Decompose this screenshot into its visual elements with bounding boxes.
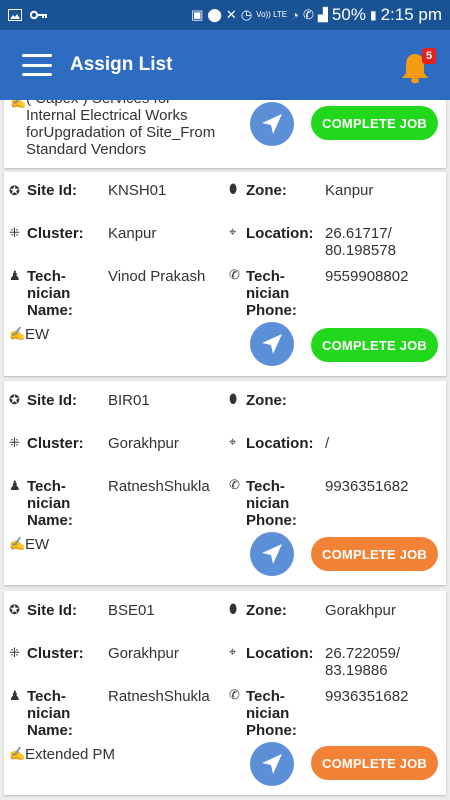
signal-icon: ▟ [317, 7, 328, 22]
zone-label: Zone: [246, 392, 287, 409]
technician-name-label: Tech- nician Name: [27, 688, 73, 739]
map-pin-icon: ⬮ [229, 181, 238, 196]
volte-icon: Vo)) LTE [256, 10, 288, 19]
map-pin-icon: ⬮ [229, 391, 238, 406]
notification-button[interactable]: 5 [400, 48, 436, 84]
assign-card[interactable]: ✪ Site Id: BIR01 ⬮ Zone: ⁜ Cluster: Gora… [4, 381, 446, 585]
key-icon [30, 10, 47, 20]
navigate-button[interactable] [250, 532, 294, 576]
location-label: Location: [246, 645, 314, 662]
cluster-label: Cluster: [27, 225, 84, 242]
battery-icon: ▮ [369, 8, 377, 22]
technician-phone-value[interactable]: 9936351682 [325, 688, 408, 705]
location-pin-icon: ⌖ [229, 644, 237, 659]
hamburger-menu-icon[interactable] [22, 54, 52, 76]
compass-icon: ✪ [9, 392, 20, 407]
technician-name-value: RatneshShukla [108, 688, 210, 705]
navigation-arrow-icon [262, 754, 282, 774]
compass-icon: ✪ [9, 183, 20, 198]
cluster-value: Kanpur [108, 225, 157, 242]
complete-job-button[interactable]: COMPLETE JOB [311, 537, 438, 571]
person-icon: ♟ [9, 268, 21, 283]
technician-phone-label: Tech- nician Phone: [246, 688, 297, 739]
cluster-icon: ⁜ [9, 645, 20, 660]
navigation-arrow-icon [262, 544, 282, 564]
technician-phone-label: Tech- nician Phone: [246, 478, 297, 529]
phone-icon: ✆ [303, 7, 314, 22]
cluster-label: Cluster: [27, 645, 84, 662]
status-bar: ▣ ⬤ ✕ ◷ Vo)) LTE ◔ ✆ ▟ 50% ▮ 2:15 pm [0, 0, 450, 30]
site-id-value: BIR01 [108, 392, 150, 409]
technician-phone-value[interactable]: 9936351682 [325, 478, 408, 495]
site-id-label: Site Id: [27, 392, 78, 409]
site-id-label: Site Id: [27, 602, 78, 619]
cluster-icon: ⁜ [9, 225, 20, 240]
technician-name-value: Vinod Prakash [108, 268, 206, 285]
location-value: / [325, 435, 330, 452]
site-id-value: KNSH01 [108, 182, 167, 199]
site-id-value: BSE01 [108, 602, 155, 619]
job-type-icon: ✍ [9, 536, 26, 551]
technician-name-label: Tech- nician Name: [27, 478, 73, 529]
job-type-icon: ✍ [9, 326, 26, 341]
location-pin-icon: ⌖ [229, 434, 237, 449]
wifi-icon: ◔ [291, 7, 300, 23]
location-label: Location: [246, 435, 314, 452]
location-label: Location: [246, 225, 314, 242]
technician-name-label: Tech- nician Name: [27, 268, 73, 319]
status-time: 2:15 pm [380, 5, 442, 24]
cluster-icon: ⁜ [9, 435, 20, 450]
person-icon: ♟ [9, 478, 21, 493]
phone-icon: ✆ [229, 687, 240, 702]
location-value: 26.61717/ 80.198578 [325, 225, 396, 259]
job-description: ( Capex ) Services for Internal Electric… [26, 100, 216, 158]
location-icon: ⬤ [207, 7, 222, 22]
navigation-arrow-icon [262, 334, 282, 354]
battery-saver-icon: ▣ [191, 7, 204, 22]
cluster-label: Cluster: [27, 435, 84, 452]
zone-label: Zone: [246, 182, 287, 199]
compass-icon: ✪ [9, 602, 20, 617]
app-bar: Assign List 5 [0, 30, 450, 100]
location-value: 26.722059/ 83.19886 [325, 645, 401, 679]
phone-icon: ✆ [229, 267, 240, 282]
battery-level: 50% [331, 5, 366, 24]
notification-badge: 5 [422, 48, 436, 64]
person-icon: ♟ [9, 688, 21, 703]
zone-value: Gorakhpur [325, 602, 396, 619]
navigate-button[interactable] [250, 322, 294, 366]
assign-list[interactable]: ✍ ( Capex ) Services for Internal Electr… [0, 100, 450, 800]
phone-icon: ✆ [229, 477, 240, 492]
assign-card[interactable]: ✪ Site Id: KNSH01 ⬮ Zone: Kanpur ⁜ Clust… [4, 172, 446, 376]
silent-icon: ✕ [225, 7, 237, 22]
job-type-value: EW [25, 536, 50, 553]
job-type-icon: ✍ [10, 100, 27, 109]
cluster-value: Gorakhpur [108, 435, 179, 452]
site-id-label: Site Id: [27, 182, 78, 199]
assign-card[interactable]: ✍ ( Capex ) Services for Internal Electr… [4, 100, 446, 168]
page-title: Assign List [70, 54, 173, 75]
cluster-value: Gorakhpur [108, 645, 179, 662]
location-pin-icon: ⌖ [229, 224, 237, 239]
complete-job-button[interactable]: COMPLETE JOB [311, 328, 438, 362]
job-type-icon: ✍ [9, 746, 26, 761]
map-pin-icon: ⬮ [229, 601, 238, 616]
complete-job-button[interactable]: COMPLETE JOB [311, 746, 438, 780]
zone-label: Zone: [246, 602, 287, 619]
assign-card[interactable]: ✪ Site Id: BSE01 ⬮ Zone: Gorakhpur ⁜ Clu… [4, 591, 446, 795]
job-type-value: Extended PM [25, 746, 116, 763]
job-type-value: EW [25, 326, 50, 343]
complete-job-button[interactable]: COMPLETE JOB [311, 106, 438, 140]
alarm-icon: ◷ [240, 7, 253, 22]
image-icon [8, 9, 22, 21]
status-left-icons [8, 9, 48, 21]
technician-name-value: RatneshShukla [108, 478, 210, 495]
navigate-button[interactable] [250, 742, 294, 786]
status-right-icons: ▣ ⬤ ✕ ◷ Vo)) LTE ◔ ✆ ▟ 50% ▮ 2:15 pm [191, 5, 442, 25]
navigate-button[interactable] [250, 102, 294, 146]
technician-phone-value[interactable]: 9559908802 [325, 268, 408, 285]
zone-value: Kanpur [325, 182, 374, 199]
technician-phone-label: Tech- nician Phone: [246, 268, 297, 319]
navigation-arrow-icon [262, 114, 282, 134]
